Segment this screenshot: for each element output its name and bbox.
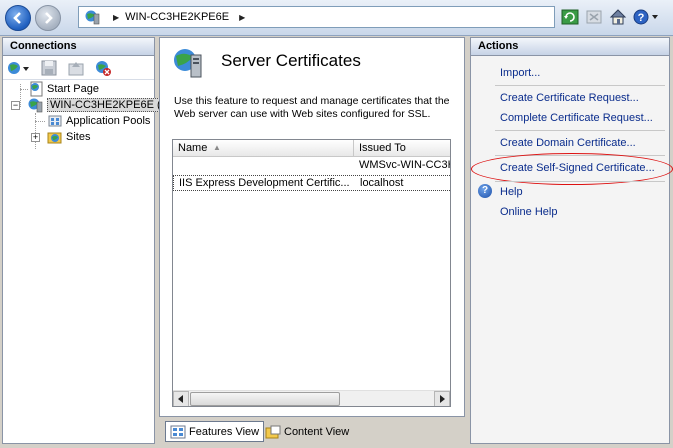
content-view-icon: [265, 425, 281, 438]
actions-panel: Actions Import... Create Certificate Req…: [470, 37, 673, 444]
column-header-name[interactable]: Name ▲: [173, 140, 354, 157]
start-page-label: Start Page: [47, 83, 99, 95]
table-row[interactable]: IIS Express Development Certific... loca…: [173, 175, 450, 191]
sites-icon: [47, 132, 62, 144]
create-certificate-request-link[interactable]: Create Certificate Request...: [500, 92, 639, 104]
address-toolbar: ▶ WIN-CC3HE2KPE6E ▶ ?: [0, 0, 673, 36]
server-globe-icon: [85, 10, 100, 25]
forward-arrow-icon: [45, 12, 53, 24]
sites-expand-toggle[interactable]: +: [31, 133, 40, 142]
save-icon[interactable]: [40, 59, 58, 77]
breadcrumb-server[interactable]: WIN-CC3HE2KPE6E: [125, 11, 229, 23]
application-pools-label: Application Pools: [66, 115, 151, 127]
address-bar[interactable]: ▶ WIN-CC3HE2KPE6E ▶: [78, 6, 555, 28]
sites-label: Sites: [66, 131, 91, 143]
server-icon: [28, 98, 43, 113]
horizontal-scrollbar[interactable]: [173, 390, 450, 406]
tree-item-start-page[interactable]: Start Page: [28, 81, 99, 97]
help-dropdown-icon[interactable]: ?: [633, 8, 661, 26]
svg-text:?: ?: [638, 12, 645, 24]
start-page-icon: [30, 81, 43, 97]
breadcrumb-dropdown-icon[interactable]: ▶: [239, 13, 245, 22]
content-view-label: Content View: [284, 425, 350, 438]
scrollbar-thumb[interactable]: [190, 392, 340, 406]
view-tabs: Features View Content View: [159, 418, 465, 444]
cell-name: IIS Express Development Certific...: [179, 177, 350, 189]
complete-certificate-request-link[interactable]: Complete Certificate Request...: [500, 112, 653, 124]
server-certificates-page: Server Certificates Use this feature to …: [159, 37, 465, 417]
breadcrumb-arrow-icon: ▶: [113, 12, 120, 22]
tree-item-server[interactable]: WIN-CC3HE2KPE6E (W: [28, 97, 175, 113]
cell-issued-to: localhost: [360, 177, 404, 189]
table-row[interactable]: WMSvc-WIN-CC3HE: [173, 158, 450, 174]
create-domain-certificate-link[interactable]: Create Domain Certificate...: [500, 137, 636, 149]
sort-ascending-icon: ▲: [213, 143, 221, 152]
page-title: Server Certificates: [221, 51, 361, 70]
application-pools-icon: [48, 115, 62, 127]
list-header: Name ▲ Issued To: [173, 140, 450, 157]
features-view-icon: [170, 425, 186, 438]
import-link[interactable]: Import...: [500, 67, 540, 79]
forward-button[interactable]: [35, 5, 61, 31]
help-link[interactable]: Help: [500, 186, 523, 198]
connections-toolbar: [3, 56, 154, 80]
create-self-signed-certificate-link[interactable]: Create Self-Signed Certificate...: [500, 162, 655, 174]
tab-features-view[interactable]: Features View: [165, 421, 265, 442]
certificates-list[interactable]: Name ▲ Issued To WMSvc-WIN-CC3HE IIS Exp…: [172, 139, 451, 407]
back-arrow-icon: [13, 12, 21, 24]
up-level-icon[interactable]: [67, 59, 85, 77]
online-help-link[interactable]: Online Help: [500, 206, 557, 218]
server-label: WIN-CC3HE2KPE6E (W: [47, 98, 175, 112]
scroll-left-button[interactable]: [173, 391, 189, 406]
page-description: Use this feature to request and manage c…: [174, 95, 450, 120]
features-view-label: Features View: [189, 425, 260, 438]
tree-item-application-pools[interactable]: Application Pools: [47, 113, 150, 129]
help-icon: ?: [478, 184, 492, 198]
disconnect-icon[interactable]: [94, 59, 112, 77]
column-header-issued-to[interactable]: Issued To: [354, 140, 450, 157]
server-certificates-icon: [174, 49, 202, 78]
connections-panel: Connections Start Page − WIN-CC3HE2KPE6E…: [2, 37, 175, 444]
connections-tree: Start Page − WIN-CC3HE2KPE6E (W Applicat…: [3, 80, 175, 440]
cell-issued-to: WMSvc-WIN-CC3HE: [359, 159, 450, 171]
scroll-right-icon: [440, 395, 445, 403]
refresh-icon[interactable]: [561, 8, 579, 26]
actions-header: Actions: [471, 38, 669, 56]
scroll-left-icon: [178, 395, 183, 403]
connections-header: Connections: [3, 38, 154, 56]
scroll-right-button[interactable]: [434, 391, 450, 406]
server-collapse-toggle[interactable]: −: [11, 101, 20, 110]
tab-content-view[interactable]: Content View: [261, 421, 353, 442]
stop-icon[interactable]: [585, 8, 603, 26]
back-button[interactable]: [5, 5, 31, 31]
connect-dropdown-icon[interactable]: [7, 59, 31, 77]
home-icon[interactable]: [609, 8, 627, 26]
tree-item-sites[interactable]: Sites: [47, 129, 90, 145]
